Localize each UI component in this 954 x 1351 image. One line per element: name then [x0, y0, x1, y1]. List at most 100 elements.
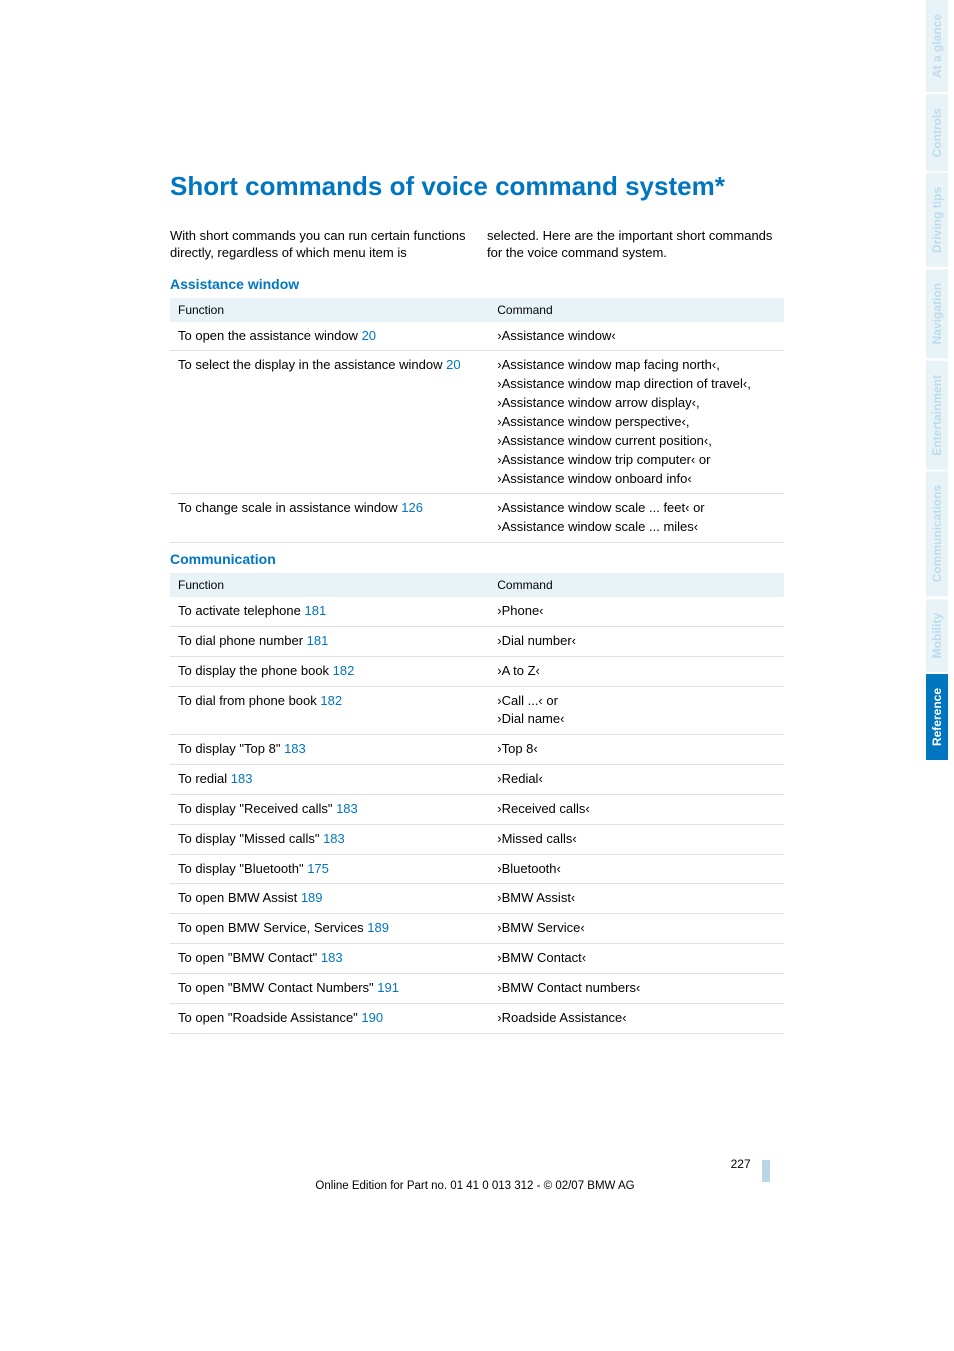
function-cell: To open "Roadside Assistance" 190 [170, 1003, 489, 1033]
page-number: 227 [731, 1157, 751, 1171]
table-row: To display "Bluetooth" 175›Bluetooth‹ [170, 854, 784, 884]
function-text: To open BMW Service, Services [178, 920, 367, 935]
table-row: To dial phone number 181›Dial number‹ [170, 626, 784, 656]
page-ref[interactable]: 175 [307, 861, 329, 876]
page-ref[interactable]: 181 [304, 603, 326, 618]
page-content: Short commands of voice command system* … [0, 0, 954, 1232]
section-heading: Communication [170, 551, 784, 567]
function-cell: To display the phone book 182 [170, 656, 489, 686]
side-tab-communications[interactable]: Communications [926, 471, 948, 596]
side-tab-reference[interactable]: Reference [926, 674, 948, 760]
command-cell: ›Assistance window scale ... feet‹ or ›A… [489, 494, 784, 543]
intro-right: selected. Here are the important short c… [487, 227, 784, 262]
function-text: To display "Top 8" [178, 741, 284, 756]
function-text: To open "Roadside Assistance" [178, 1010, 361, 1025]
page-ref[interactable]: 189 [301, 890, 323, 905]
command-cell: ›Top 8‹ [489, 735, 784, 765]
function-cell: To open the assistance window 20 [170, 322, 489, 351]
function-cell: To activate telephone 181 [170, 597, 489, 626]
function-cell: To open "BMW Contact" 183 [170, 944, 489, 974]
side-tab-navigation[interactable]: Navigation [926, 269, 948, 358]
table-row: To dial from phone book 182 ›Call ...‹ or… [170, 686, 784, 735]
table-row: To open "Roadside Assistance" 190›Roadsi… [170, 1003, 784, 1033]
table-row: To change scale in assistance window 126… [170, 494, 784, 543]
page-ref[interactable]: 191 [377, 980, 399, 995]
function-text: To open the assistance window [178, 328, 362, 343]
side-tab-mobility[interactable]: Mobility [926, 599, 948, 672]
function-text: To redial [178, 771, 231, 786]
table-row: To open "BMW Contact Numbers" 191›BMW Co… [170, 974, 784, 1004]
page-title: Short commands of voice command system* [170, 170, 784, 203]
command-cell: ›A to Z‹ [489, 656, 784, 686]
function-cell: To display "Missed calls" 183 [170, 824, 489, 854]
table-row: To display the phone book 182›A to Z‹ [170, 656, 784, 686]
command-cell: ›Dial number‹ [489, 626, 784, 656]
function-cell: To select the display in the assistance … [170, 351, 489, 494]
command-cell: ›BMW Service‹ [489, 914, 784, 944]
page-ref[interactable]: 20 [362, 328, 376, 343]
page-ref[interactable]: 181 [307, 633, 329, 648]
function-cell: To display "Top 8" 183 [170, 735, 489, 765]
command-cell: ›Roadside Assistance‹ [489, 1003, 784, 1033]
page-ref[interactable]: 190 [361, 1010, 383, 1025]
page-ref[interactable]: 183 [336, 801, 358, 816]
function-cell: To display "Bluetooth" 175 [170, 854, 489, 884]
command-cell: ›BMW Contact‹ [489, 944, 784, 974]
function-text: To display "Received calls" [178, 801, 336, 816]
page-marker-icon [762, 1160, 770, 1182]
table-row: To open "BMW Contact" 183›BMW Contact‹ [170, 944, 784, 974]
col-command: Command [489, 573, 784, 597]
page-ref[interactable]: 183 [284, 741, 306, 756]
function-cell: To dial phone number 181 [170, 626, 489, 656]
function-text: To open "BMW Contact Numbers" [178, 980, 377, 995]
commands-table: FunctionCommandTo open the assistance wi… [170, 298, 784, 543]
side-tabs: At a glanceControlsDriving tipsNavigatio… [926, 0, 954, 1351]
commands-table: FunctionCommandTo activate telephone 181… [170, 573, 784, 1034]
page-ref[interactable]: 126 [401, 500, 423, 515]
function-text: To open "BMW Contact" [178, 950, 321, 965]
footer: 227 Online Edition for Part no. 01 41 0 … [170, 1154, 784, 1192]
command-cell: ›Phone‹ [489, 597, 784, 626]
table-row: To open the assistance window 20›Assista… [170, 322, 784, 351]
table-row: To display "Received calls" 183›Received… [170, 794, 784, 824]
command-cell: ›Redial‹ [489, 765, 784, 795]
command-cell: ›Call ...‹ or ›Dial name‹ [489, 686, 784, 735]
page-ref[interactable]: 183 [321, 950, 343, 965]
side-tab-controls[interactable]: Controls [926, 94, 948, 171]
command-cell: ›BMW Assist‹ [489, 884, 784, 914]
page-ref[interactable]: 189 [367, 920, 389, 935]
table-row: To display "Top 8" 183›Top 8‹ [170, 735, 784, 765]
page-ref[interactable]: 20 [446, 357, 460, 372]
side-tab-driving-tips[interactable]: Driving tips [926, 173, 948, 267]
function-cell: To open BMW Assist 189 [170, 884, 489, 914]
function-text: To display "Missed calls" [178, 831, 323, 846]
table-row: To redial 183›Redial‹ [170, 765, 784, 795]
page-ref[interactable]: 182 [320, 693, 342, 708]
function-text: To open BMW Assist [178, 890, 301, 905]
table-row: To open BMW Assist 189›BMW Assist‹ [170, 884, 784, 914]
page-ref[interactable]: 183 [323, 831, 345, 846]
section-heading: Assistance window [170, 276, 784, 292]
function-text: To dial from phone book [178, 693, 320, 708]
command-cell: ›Bluetooth‹ [489, 854, 784, 884]
page-ref[interactable]: 183 [231, 771, 253, 786]
intro-columns: With short commands you can run certain … [170, 227, 784, 262]
function-text: To change scale in assistance window [178, 500, 401, 515]
function-cell: To redial 183 [170, 765, 489, 795]
col-function: Function [170, 298, 489, 322]
side-tab-at-a-glance[interactable]: At a glance [926, 0, 948, 92]
function-cell: To display "Received calls" 183 [170, 794, 489, 824]
function-text: To dial phone number [178, 633, 307, 648]
table-row: To activate telephone 181›Phone‹ [170, 597, 784, 626]
table-row: To display "Missed calls" 183›Missed cal… [170, 824, 784, 854]
side-tab-entertainment[interactable]: Entertainment [926, 361, 948, 470]
col-function: Function [170, 573, 489, 597]
function-cell: To open "BMW Contact Numbers" 191 [170, 974, 489, 1004]
function-cell: To open BMW Service, Services 189 [170, 914, 489, 944]
footer-line: Online Edition for Part no. 01 41 0 013 … [170, 1180, 780, 1192]
function-text: To display "Bluetooth" [178, 861, 307, 876]
function-text: To select the display in the assistance … [178, 357, 446, 372]
command-cell: ›Assistance window map facing north‹, ›A… [489, 351, 784, 494]
command-cell: ›BMW Contact numbers‹ [489, 974, 784, 1004]
page-ref[interactable]: 182 [333, 663, 355, 678]
